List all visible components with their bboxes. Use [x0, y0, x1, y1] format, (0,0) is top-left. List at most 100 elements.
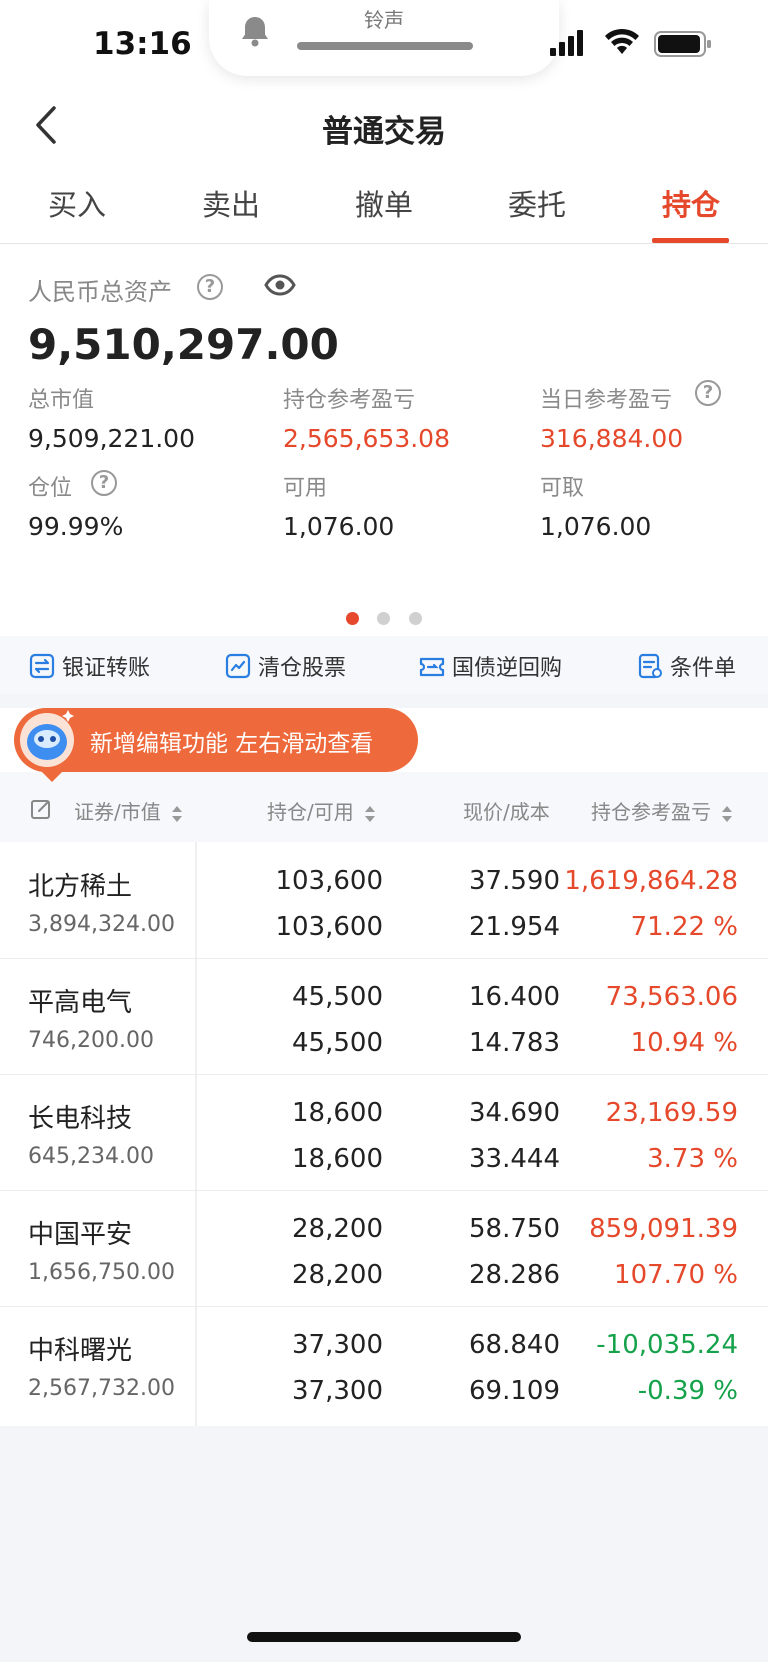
total-assets-label: 人民币总资产	[28, 278, 172, 306]
available-qty: 45,500	[292, 1028, 383, 1058]
robot-mascot-icon	[20, 710, 74, 767]
tab-sell[interactable]: 卖出	[154, 182, 308, 224]
condition-order-icon	[638, 653, 662, 679]
stock-name: 北方稀土	[28, 872, 133, 902]
shortcut-clear-stocks[interactable]: 清仓股票	[224, 650, 346, 682]
table-header: 证券/市值 持仓/可用 现价/成本 持仓参考盈亏	[0, 772, 768, 842]
position-pl-percent: 107.70 %	[614, 1260, 738, 1290]
position-pl-percent: -0.39 %	[637, 1376, 738, 1406]
tab-orders[interactable]: 委托	[460, 182, 614, 224]
page-indicator	[0, 612, 768, 628]
position-pl: 23,169.59	[605, 1098, 738, 1128]
cost-price: 21.954	[469, 912, 560, 942]
ringer-label: 铃声	[364, 8, 404, 32]
position-pl: -10,035.24	[596, 1330, 738, 1360]
available-qty: 18,600	[292, 1144, 383, 1174]
stock-name: 中科曙光	[28, 1336, 133, 1366]
cost-price: 69.109	[469, 1376, 560, 1406]
stock-market-value: 2,567,732.00	[28, 1376, 175, 1401]
sort-icon	[172, 805, 183, 822]
holdings-table: 证券/市值 持仓/可用 现价/成本 持仓参考盈亏 新增编辑功能 左右滑动查看 北…	[0, 708, 768, 1426]
battery-icon	[654, 31, 711, 57]
tab-cancel-order[interactable]: 撤单	[307, 182, 461, 224]
shortcut-label: 银证转账	[62, 656, 151, 681]
daily-pl-value: 316,884.00	[540, 424, 684, 453]
eye-icon[interactable]	[264, 274, 296, 296]
current-price: 16.400	[469, 982, 560, 1012]
position-pl-label: 持仓参考盈亏	[283, 388, 416, 413]
column-header-pl[interactable]: 持仓参考盈亏	[591, 796, 733, 825]
withdrawable-value: 1,076.00	[540, 512, 652, 541]
shortcut-label: 国债逆回购	[452, 656, 563, 681]
current-price: 68.840	[469, 1330, 560, 1360]
position-qty: 45,500	[292, 982, 383, 1012]
market-value-label: 总市值	[28, 388, 95, 413]
feature-tip-banner[interactable]: 新增编辑功能 左右滑动查看	[14, 708, 418, 772]
stock-market-value: 1,656,750.00	[28, 1260, 175, 1285]
shortcut-reverse-repo[interactable]: 国债逆回购	[418, 650, 562, 682]
ringer-indicator: 铃声	[209, 0, 559, 76]
help-icon[interactable]: ?	[695, 380, 721, 406]
feature-tip-text: 新增编辑功能 左右滑动查看	[90, 731, 374, 757]
tab-buy[interactable]: 买入	[0, 182, 154, 224]
position-ratio-label: 仓位	[28, 476, 73, 501]
table-row[interactable]: 中科曙光 2,567,732.00 37,300 37,300 68.840 6…	[0, 1306, 768, 1422]
shortcut-label: 条件单	[670, 656, 737, 681]
stock-name: 中国平安	[28, 1220, 133, 1250]
cost-price: 33.444	[469, 1144, 560, 1174]
cost-price: 28.286	[469, 1260, 560, 1290]
table-row[interactable]: 平高电气 746,200.00 45,500 45,500 16.400 14.…	[0, 958, 768, 1074]
shortcut-bank-transfer[interactable]: 银证转账	[28, 650, 150, 682]
trade-tabs: 买入 卖出 撤单 委托 持仓	[0, 170, 768, 244]
status-bar: 13:16 铃声	[0, 0, 768, 90]
current-price: 58.750	[469, 1214, 560, 1244]
page-dot[interactable]	[409, 612, 422, 625]
clear-chart-icon	[225, 653, 251, 679]
position-qty: 28,200	[292, 1214, 383, 1244]
stock-market-value: 645,234.00	[28, 1144, 154, 1169]
available-label: 可用	[283, 476, 328, 501]
column-header-price: 现价/成本	[463, 800, 550, 824]
stock-name: 长电科技	[28, 1104, 133, 1134]
available-qty: 28,200	[292, 1260, 383, 1290]
status-time: 13:16	[93, 26, 192, 62]
current-price: 34.690	[469, 1098, 560, 1128]
position-pl: 1,619,864.28	[564, 866, 738, 896]
help-icon[interactable]: ?	[197, 274, 223, 300]
available-value: 1,076.00	[283, 512, 395, 541]
stock-name: 平高电气	[28, 988, 133, 1018]
page-dot[interactable]	[377, 612, 390, 625]
cost-price: 14.783	[469, 1028, 560, 1058]
market-value: 9,509,221.00	[28, 424, 195, 453]
position-pl: 73,563.06	[605, 982, 738, 1012]
table-row[interactable]: 中国平安 1,656,750.00 28,200 28,200 58.750 2…	[0, 1190, 768, 1306]
page-title: 普通交易	[322, 114, 446, 150]
shortcut-condition-order[interactable]: 条件单	[636, 650, 736, 682]
position-qty: 18,600	[292, 1098, 383, 1128]
position-pl: 859,091.39	[589, 1214, 738, 1244]
transfer-icon	[29, 653, 55, 679]
repo-ticket-icon	[419, 657, 445, 677]
tab-holdings[interactable]: 持仓	[614, 182, 768, 224]
withdrawable-label: 可取	[540, 476, 585, 501]
position-pl-percent: 10.94 %	[630, 1028, 738, 1058]
table-row[interactable]: 北方稀土 3,894,324.00 103,600 103,600 37.590…	[0, 842, 768, 958]
edit-icon[interactable]	[30, 798, 52, 820]
table-row[interactable]: 长电科技 645,234.00 18,600 18,600 34.690 33.…	[0, 1074, 768, 1190]
page-dot[interactable]	[346, 612, 359, 625]
stock-market-value: 3,894,324.00	[28, 912, 175, 937]
home-indicator[interactable]	[247, 1632, 521, 1642]
sort-icon	[365, 805, 376, 822]
stock-market-value: 746,200.00	[28, 1028, 154, 1053]
help-icon[interactable]: ?	[91, 470, 117, 496]
nav-bar: 普通交易	[0, 90, 768, 170]
sort-icon	[722, 805, 733, 822]
asset-summary: 人民币总资产 ? 9,510,297.00 总市值 9,509,221.00 持…	[0, 244, 768, 636]
position-qty: 103,600	[275, 866, 383, 896]
wifi-icon	[605, 28, 639, 54]
shortcut-label: 清仓股票	[258, 656, 347, 681]
column-header-position[interactable]: 持仓/可用	[267, 796, 376, 825]
column-header-security[interactable]: 证券/市值	[74, 796, 183, 825]
total-assets-value: 9,510,297.00	[28, 320, 339, 369]
position-pl-value: 2,565,653.08	[283, 424, 450, 453]
